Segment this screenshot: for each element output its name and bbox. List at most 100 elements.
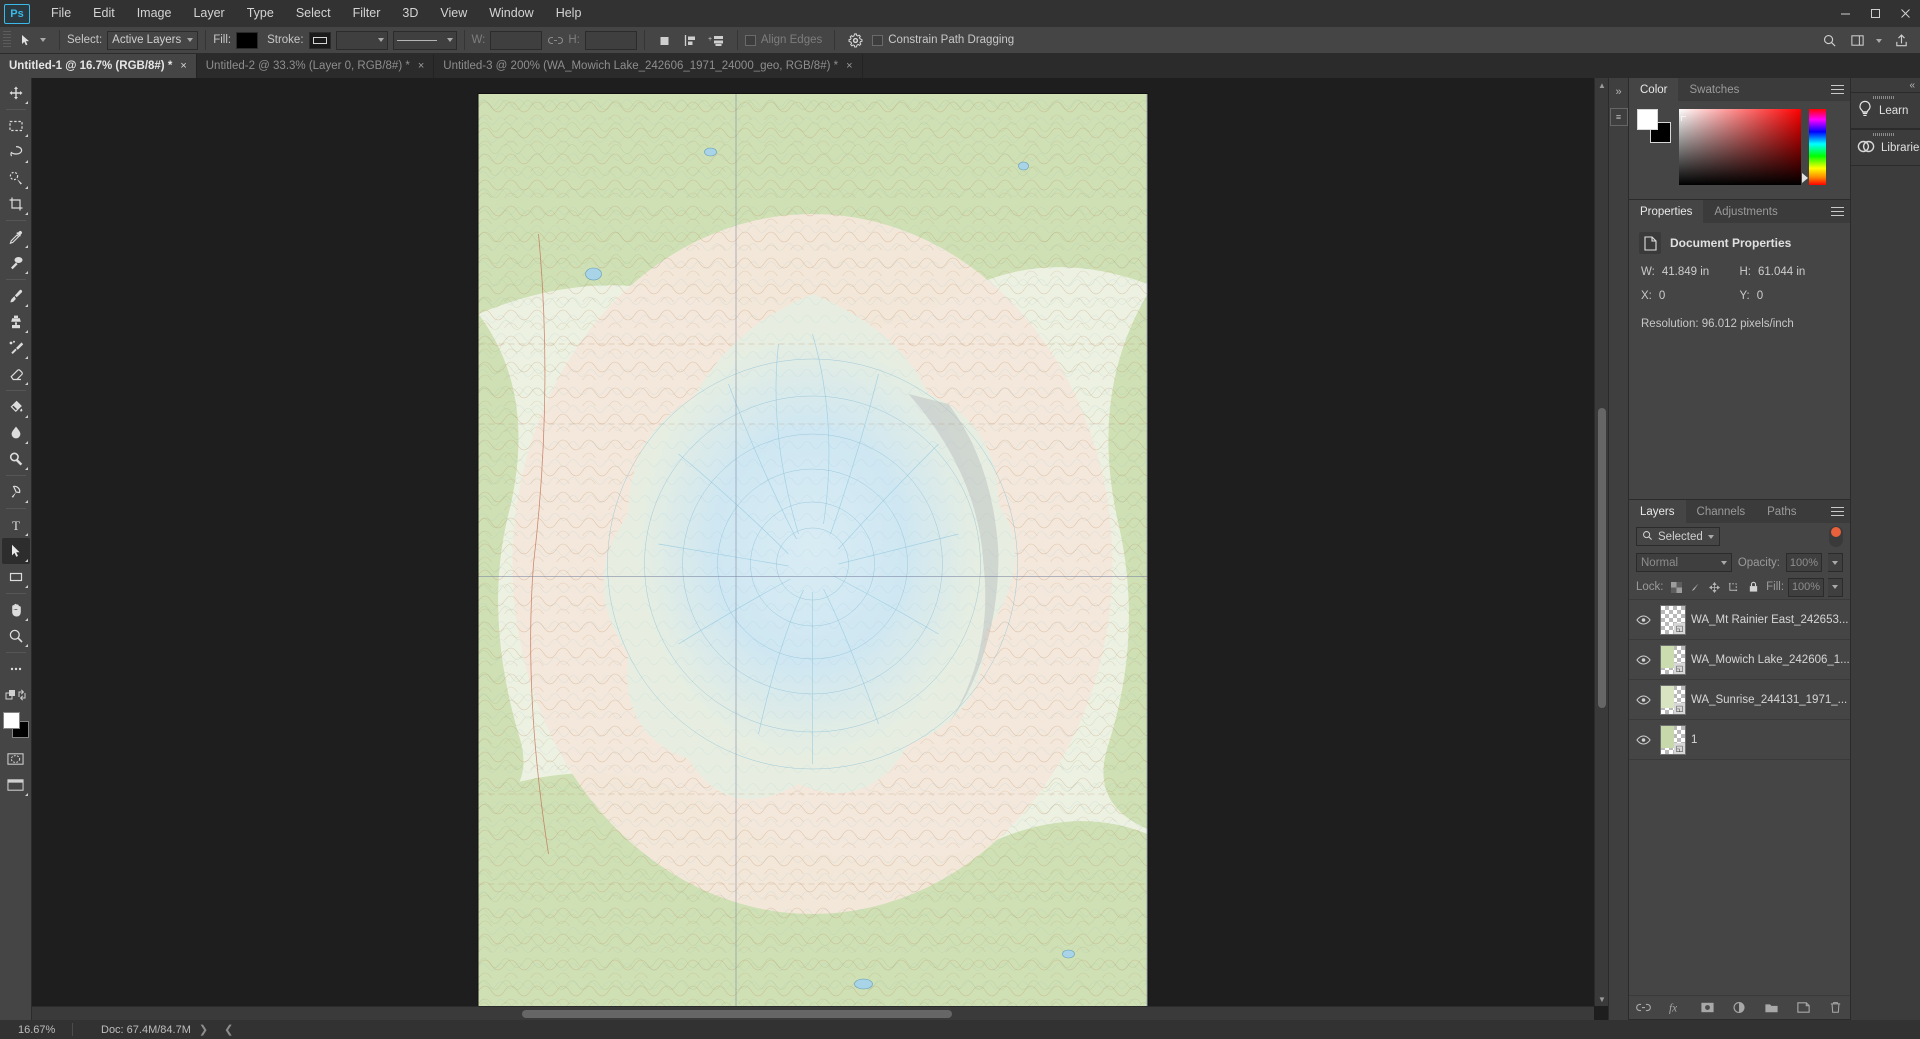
menu-item-type[interactable]: Type	[236, 0, 285, 27]
tab-channels[interactable]: Channels	[1686, 500, 1757, 523]
position-lock-icon[interactable]	[1709, 581, 1721, 594]
y-value[interactable]: 0	[1757, 290, 1763, 302]
learn-grip[interactable]	[1873, 96, 1895, 99]
restore-button[interactable]	[1860, 0, 1890, 27]
clone-stamp-tool[interactable]	[2, 309, 30, 335]
layer-row[interactable]: ◱1	[1629, 720, 1850, 760]
pen-tool[interactable]	[2, 479, 30, 505]
brush-lock-icon[interactable]	[1690, 581, 1702, 594]
scroll-down-arrow-icon[interactable]: ▼	[1595, 992, 1608, 1006]
close-icon[interactable]: ×	[418, 60, 424, 72]
layer-thumbnail[interactable]: ◱	[1655, 645, 1691, 675]
collapse-panels-icon[interactable]: »	[1615, 86, 1621, 98]
tab-properties[interactable]: Properties	[1629, 200, 1703, 223]
share-icon[interactable]	[1888, 30, 1914, 52]
rail-card-learn[interactable]: Learn	[1851, 92, 1920, 129]
menu-item-edit[interactable]: Edit	[82, 0, 126, 27]
layers-list[interactable]: ◱WA_Mt Rainier East_242653...◱WA_Mowich …	[1629, 599, 1850, 995]
rail-card-libraries[interactable]: Libraries	[1851, 129, 1920, 166]
foreground-background-colors[interactable]	[3, 712, 29, 738]
layer-row[interactable]: ◱WA_Mt Rainier East_242653...	[1629, 600, 1850, 640]
swap-default-colors[interactable]	[2, 682, 30, 708]
properties-panel-menu-button[interactable]	[1831, 200, 1844, 223]
menu-item-3d[interactable]: 3D	[391, 0, 429, 27]
status-doc-info[interactable]: Doc: 67.4M/84.7M	[73, 1024, 191, 1036]
new-group-icon[interactable]	[1764, 1001, 1779, 1014]
x-value[interactable]: 0	[1659, 290, 1665, 302]
libraries-grip[interactable]	[1873, 133, 1895, 136]
menu-item-help[interactable]: Help	[545, 0, 593, 27]
layer-row[interactable]: ◱WA_Mowich Lake_242606_1...	[1629, 640, 1850, 680]
canvas-horizontal-scrollbar[interactable]	[32, 1006, 1594, 1020]
chevron-left-icon[interactable]: ❮	[216, 1023, 241, 1036]
chevron-right-icon[interactable]: ❯	[191, 1023, 216, 1036]
active-tool-preset[interactable]	[15, 30, 52, 50]
menu-item-file[interactable]: File	[40, 0, 82, 27]
arrange-icon[interactable]: +	[704, 29, 730, 51]
layer-visibility-toggle[interactable]	[1631, 735, 1655, 745]
tab-paths[interactable]: Paths	[1756, 500, 1807, 523]
color-chips[interactable]	[1637, 109, 1671, 143]
link-icon[interactable]	[542, 29, 568, 51]
document-tab-1[interactable]: Untitled-1 @ 16.7% (RGB/8#) *×	[0, 54, 197, 78]
height-value[interactable]: 61.044 in	[1758, 266, 1805, 278]
adjustment-layer-icon[interactable]	[1732, 1001, 1747, 1014]
menu-item-view[interactable]: View	[429, 0, 478, 27]
link-layers-icon[interactable]	[1636, 1002, 1651, 1013]
tool-preset-chevron-down-icon[interactable]	[40, 38, 46, 42]
layer-filter-toggle[interactable]	[1829, 526, 1843, 547]
gear-icon[interactable]	[842, 29, 868, 51]
height-input[interactable]	[585, 31, 637, 50]
menu-item-layer[interactable]: Layer	[182, 0, 235, 27]
layer-style-icon[interactable]: fx	[1668, 1001, 1683, 1014]
gradient-tool[interactable]	[2, 394, 30, 420]
stroke-style-dropdown[interactable]	[393, 31, 457, 50]
move-tool[interactable]	[2, 80, 30, 106]
crop-tool[interactable]	[2, 191, 30, 217]
scroll-up-arrow-icon[interactable]: ▲	[1595, 78, 1608, 92]
close-button[interactable]	[1890, 0, 1920, 27]
document-tab-2[interactable]: Untitled-2 @ 33.3% (Layer 0, RGB/8#) *×	[197, 54, 435, 78]
canvas-vertical-scrollbar[interactable]: ▲ ▼	[1594, 78, 1608, 1006]
document-tab-3[interactable]: Untitled-3 @ 200% (WA_Mowich Lake_242606…	[434, 54, 862, 78]
search-icon[interactable]	[1816, 30, 1842, 52]
history-brush-tool[interactable]	[2, 335, 30, 361]
horizontal-scroll-thumb[interactable]	[522, 1010, 952, 1018]
select-active-layers-dropdown[interactable]: Active Layers	[107, 31, 198, 50]
eyedropper-tool[interactable]	[2, 224, 30, 250]
color-panel-menu-button[interactable]	[1831, 78, 1844, 101]
edit-toolbar-tool[interactable]	[2, 656, 30, 682]
dodge-tool[interactable]	[2, 446, 30, 472]
stroke-width-dropdown[interactable]	[336, 31, 388, 50]
document-canvas[interactable]	[479, 94, 1148, 1020]
zoom-tool[interactable]	[2, 623, 30, 649]
align-fill-icon[interactable]	[652, 29, 678, 51]
canvas-area[interactable]: ▲ ▼	[32, 78, 1608, 1020]
color-field[interactable]	[1679, 109, 1801, 185]
layers-panel-menu-button[interactable]	[1831, 500, 1844, 523]
vertical-scroll-thumb[interactable]	[1598, 408, 1606, 708]
opacity-chevron-down-icon[interactable]	[1828, 553, 1843, 572]
menu-item-window[interactable]: Window	[478, 0, 544, 27]
screen-mode[interactable]	[2, 772, 30, 798]
width-value[interactable]: 41.849 in	[1662, 266, 1709, 278]
type-tool[interactable]: T	[2, 512, 30, 538]
tab-swatches[interactable]: Swatches	[1678, 78, 1750, 101]
hand-tool[interactable]	[2, 597, 30, 623]
document-window[interactable]	[32, 78, 1594, 1006]
panel-tab-icon[interactable]: ≡	[1610, 108, 1628, 126]
tab-color[interactable]: Color	[1629, 78, 1678, 101]
lasso-tool[interactable]	[2, 139, 30, 165]
close-icon[interactable]: ×	[180, 60, 186, 72]
lock-all-icon[interactable]	[1747, 581, 1759, 594]
layer-visibility-toggle[interactable]	[1631, 655, 1655, 665]
layer-thumbnail[interactable]: ◱	[1655, 685, 1691, 715]
chevron-down-icon[interactable]	[1872, 30, 1886, 52]
foreground-color-chip[interactable]	[1637, 109, 1658, 130]
fill-color-swatch[interactable]	[236, 32, 258, 49]
constrain-path-dragging-checkbox[interactable]: Constrain Path Dragging	[872, 34, 1019, 46]
blur-tool[interactable]	[2, 420, 30, 446]
fill-input[interactable]: 100%	[1788, 578, 1824, 597]
options-bar-grip[interactable]	[3, 31, 11, 49]
minimize-button[interactable]	[1830, 0, 1860, 27]
